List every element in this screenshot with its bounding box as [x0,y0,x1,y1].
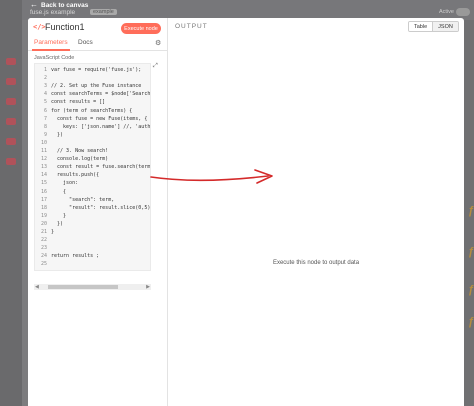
code-language-label: JavaScript Code [34,55,75,61]
back-to-canvas-label: Back to canvas [41,1,89,9]
view-json-button[interactable]: JSON [432,22,458,31]
code-text: "search": term, [51,196,115,203]
bg-nav-icon [6,98,16,105]
node-title[interactable]: Function1 [45,22,85,32]
code-text: }) [51,131,64,138]
code-text: const fuse = new Fuse(items, { [51,115,148,122]
code-text: const results = [] [51,99,106,106]
background-active-label: Active [439,9,454,15]
code-line[interactable]: 25 [35,260,150,269]
code-text: const result = fuse.search(term) [51,164,151,171]
background-sidebar [0,0,22,406]
output-empty-message: Execute this node to output data [272,260,360,266]
code-text: { [51,188,67,195]
output-view-toggle: Table JSON [408,21,459,32]
code-text: json: [51,180,79,187]
bg-nav-icon [6,58,16,65]
tab-docs[interactable]: Docs [78,39,93,46]
panel-tabs: Parameters Docs [28,37,168,51]
code-text: keys: ['json.name'] //, 'author. [51,123,151,130]
gear-icon[interactable]: ⚙ [155,39,161,47]
bg-function-node-icon: ƒ [467,284,474,296]
node-details-modal: </> Function1 Execute node Parameters Do… [28,18,464,406]
code-text: // 2. Set up the Fuse instance [51,83,142,90]
expand-icon[interactable]: ⤢ [153,63,158,70]
code-text: "result": result.slice(0,5) [51,204,151,211]
bg-nav-icon [6,78,16,85]
line-number: 25 [40,261,47,268]
code-icon: </> [33,23,46,31]
code-text: return results ; [51,253,100,260]
scroll-left-icon[interactable]: ◀ [35,284,39,290]
background-badge: example [90,9,117,15]
bg-function-node-icon: ƒ [467,316,474,328]
bg-function-node-icon: ƒ [467,246,474,258]
bg-nav-icon [6,118,16,125]
arrow-left-icon: ← [30,0,38,9]
bg-nav-icon [6,138,16,145]
code-editor[interactable]: 1 var fuse = require('fuse.js'); 2 3// 2. S… [34,63,151,271]
tab-parameters[interactable]: Parameters [34,39,68,46]
node-header: </> Function1 Execute node [28,18,168,36]
back-to-canvas-link[interactable]: ← Back to canvas [30,1,88,9]
background-node-subtitle: fuse.js example [30,9,76,16]
code-text: var fuse = require('fuse.js'); [51,67,142,73]
code-text: } [51,229,55,235]
code-text: } [51,212,67,219]
parameters-panel: </> Function1 Execute node Parameters Do… [28,18,168,406]
code-text: const searchTerms = $node['SearchTer [51,91,151,98]
bg-nav-icon [6,158,16,165]
code-text: for (term of searchTerms) { [51,107,133,114]
code-text: console.log(term) [51,156,109,163]
code-text: // 3. Now search! [51,148,109,154]
scroll-right-icon[interactable]: ▶ [146,284,150,290]
active-tab-indicator [32,49,70,51]
code-horizontal-scrollbar[interactable]: ◀ ▶ [34,284,151,290]
bg-function-node-icon: ƒ [467,205,474,217]
execute-node-button[interactable]: Execute node [121,23,161,34]
code-text: }) [51,220,64,227]
background-active-toggle [456,8,470,16]
view-table-button[interactable]: Table [409,22,433,31]
scrollbar-thumb[interactable] [48,285,118,289]
code-text: results.push({ [51,172,100,179]
output-title: OUTPUT [175,23,208,30]
